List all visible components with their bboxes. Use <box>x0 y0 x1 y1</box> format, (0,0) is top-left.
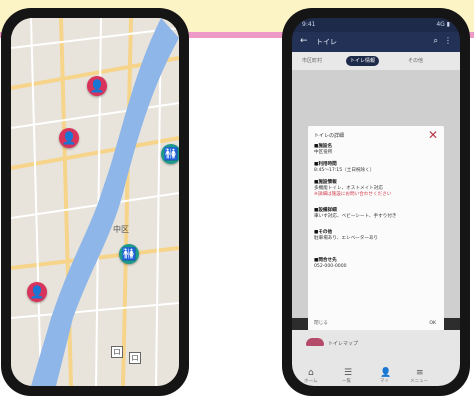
bottom-bar: トイレマップ ⌂ ホーム ☰ 一覧 👤 マイ ≡ メニュー <box>292 330 460 386</box>
section-body: 駐車場あり、エレベーターあり <box>314 236 379 241</box>
back-icon[interactable]: ← <box>300 36 308 46</box>
section-info: ■施設情報 多機能トイレ、オストメイト対応 ※詳細は施設にお問い合わせください <box>314 180 438 198</box>
map-canvas <box>11 18 179 386</box>
section-body: 052-000-0000 <box>314 264 347 269</box>
section-facility: ■施設名 中区役所 <box>314 144 438 156</box>
close-icon[interactable]: ✕ <box>428 128 438 142</box>
section-note: ※詳細は施設にお問い合わせください <box>314 192 392 197</box>
box-icon[interactable]: 口 <box>129 352 141 364</box>
tab-other[interactable]: その他 <box>404 56 427 66</box>
nav-label-home: ホーム <box>304 379 318 384</box>
restroom-icon[interactable]: 🚻 <box>119 244 139 264</box>
section-body: 8:45〜17:15（土日祝除く） <box>314 168 375 173</box>
app-screen: 9:41 4G ▮ ← トイレ ⌕ ⋮ 市区町村 トイレ情報 その他 トイレの詳… <box>292 18 460 386</box>
home-icon[interactable]: ⌂ <box>308 368 314 378</box>
tab-bar: 市区町村 トイレ情報 その他 <box>292 52 460 70</box>
right-phone-frame: 9:41 4G ▮ ← トイレ ⌕ ⋮ 市区町村 トイレ情報 その他 トイレの詳… <box>282 8 470 396</box>
section-other: ■その他 駐車場あり、エレベーターあり <box>314 230 438 242</box>
map-screen[interactable]: 中区 👤 👤 🚻 🚻 👤 口 口 <box>11 18 179 386</box>
section-equipment: ■設備詳細 車いす対応、ベビーシート、手すり付き <box>314 208 438 220</box>
left-phone-frame: 中区 👤 👤 🚻 🚻 👤 口 口 <box>1 8 189 396</box>
status-signal: 4G ▮ <box>436 21 450 28</box>
detail-modal: トイレの詳細 ✕ ■施設名 中区役所 ■利用時間 8:45〜17:15（土日祝除… <box>308 126 444 332</box>
section-contact: ■問合せ先 052-000-0000 <box>314 258 438 270</box>
restroom-icon[interactable]: 🚻 <box>161 144 179 164</box>
modal-title: トイレの詳細 <box>314 133 345 139</box>
menu-icon[interactable]: ≡ <box>416 368 424 378</box>
logo-text: トイレマップ <box>328 341 359 347</box>
ok-button[interactable]: OK <box>429 321 436 326</box>
app-title: トイレ <box>316 38 337 46</box>
section-hours: ■利用時間 8:45〜17:15（土日祝除く） <box>314 162 438 174</box>
box-icon[interactable]: 口 <box>111 346 123 358</box>
status-bar: 9:41 4G ▮ <box>292 18 460 32</box>
person-icon[interactable]: 👤 <box>27 282 47 302</box>
list-icon[interactable]: ☰ <box>344 368 352 378</box>
user-icon[interactable]: 👤 <box>380 368 391 378</box>
nav-label-user: マイ <box>380 379 389 384</box>
section-body: 車いす対応、ベビーシート、手すり付き <box>314 214 397 219</box>
person-icon[interactable]: 👤 <box>59 128 79 148</box>
more-icon[interactable]: ⋮ <box>444 36 452 45</box>
tab-toilet-info[interactable]: トイレ情報 <box>346 56 380 66</box>
logo-icon <box>306 338 324 346</box>
person-icon[interactable]: 👤 <box>87 76 107 96</box>
section-body: 中区役所 <box>314 150 333 155</box>
app-header: ← トイレ ⌕ ⋮ <box>292 32 460 52</box>
map-label-district: 中区 <box>113 225 129 234</box>
tab-municipality[interactable]: 市区町村 <box>298 56 326 66</box>
nav-label-list: 一覧 <box>342 379 351 384</box>
search-icon[interactable]: ⌕ <box>434 36 438 46</box>
nav-label-menu: メニュー <box>410 379 428 384</box>
status-time: 9:41 <box>302 21 316 28</box>
modal-footer-link[interactable]: 閉じる <box>314 320 328 326</box>
